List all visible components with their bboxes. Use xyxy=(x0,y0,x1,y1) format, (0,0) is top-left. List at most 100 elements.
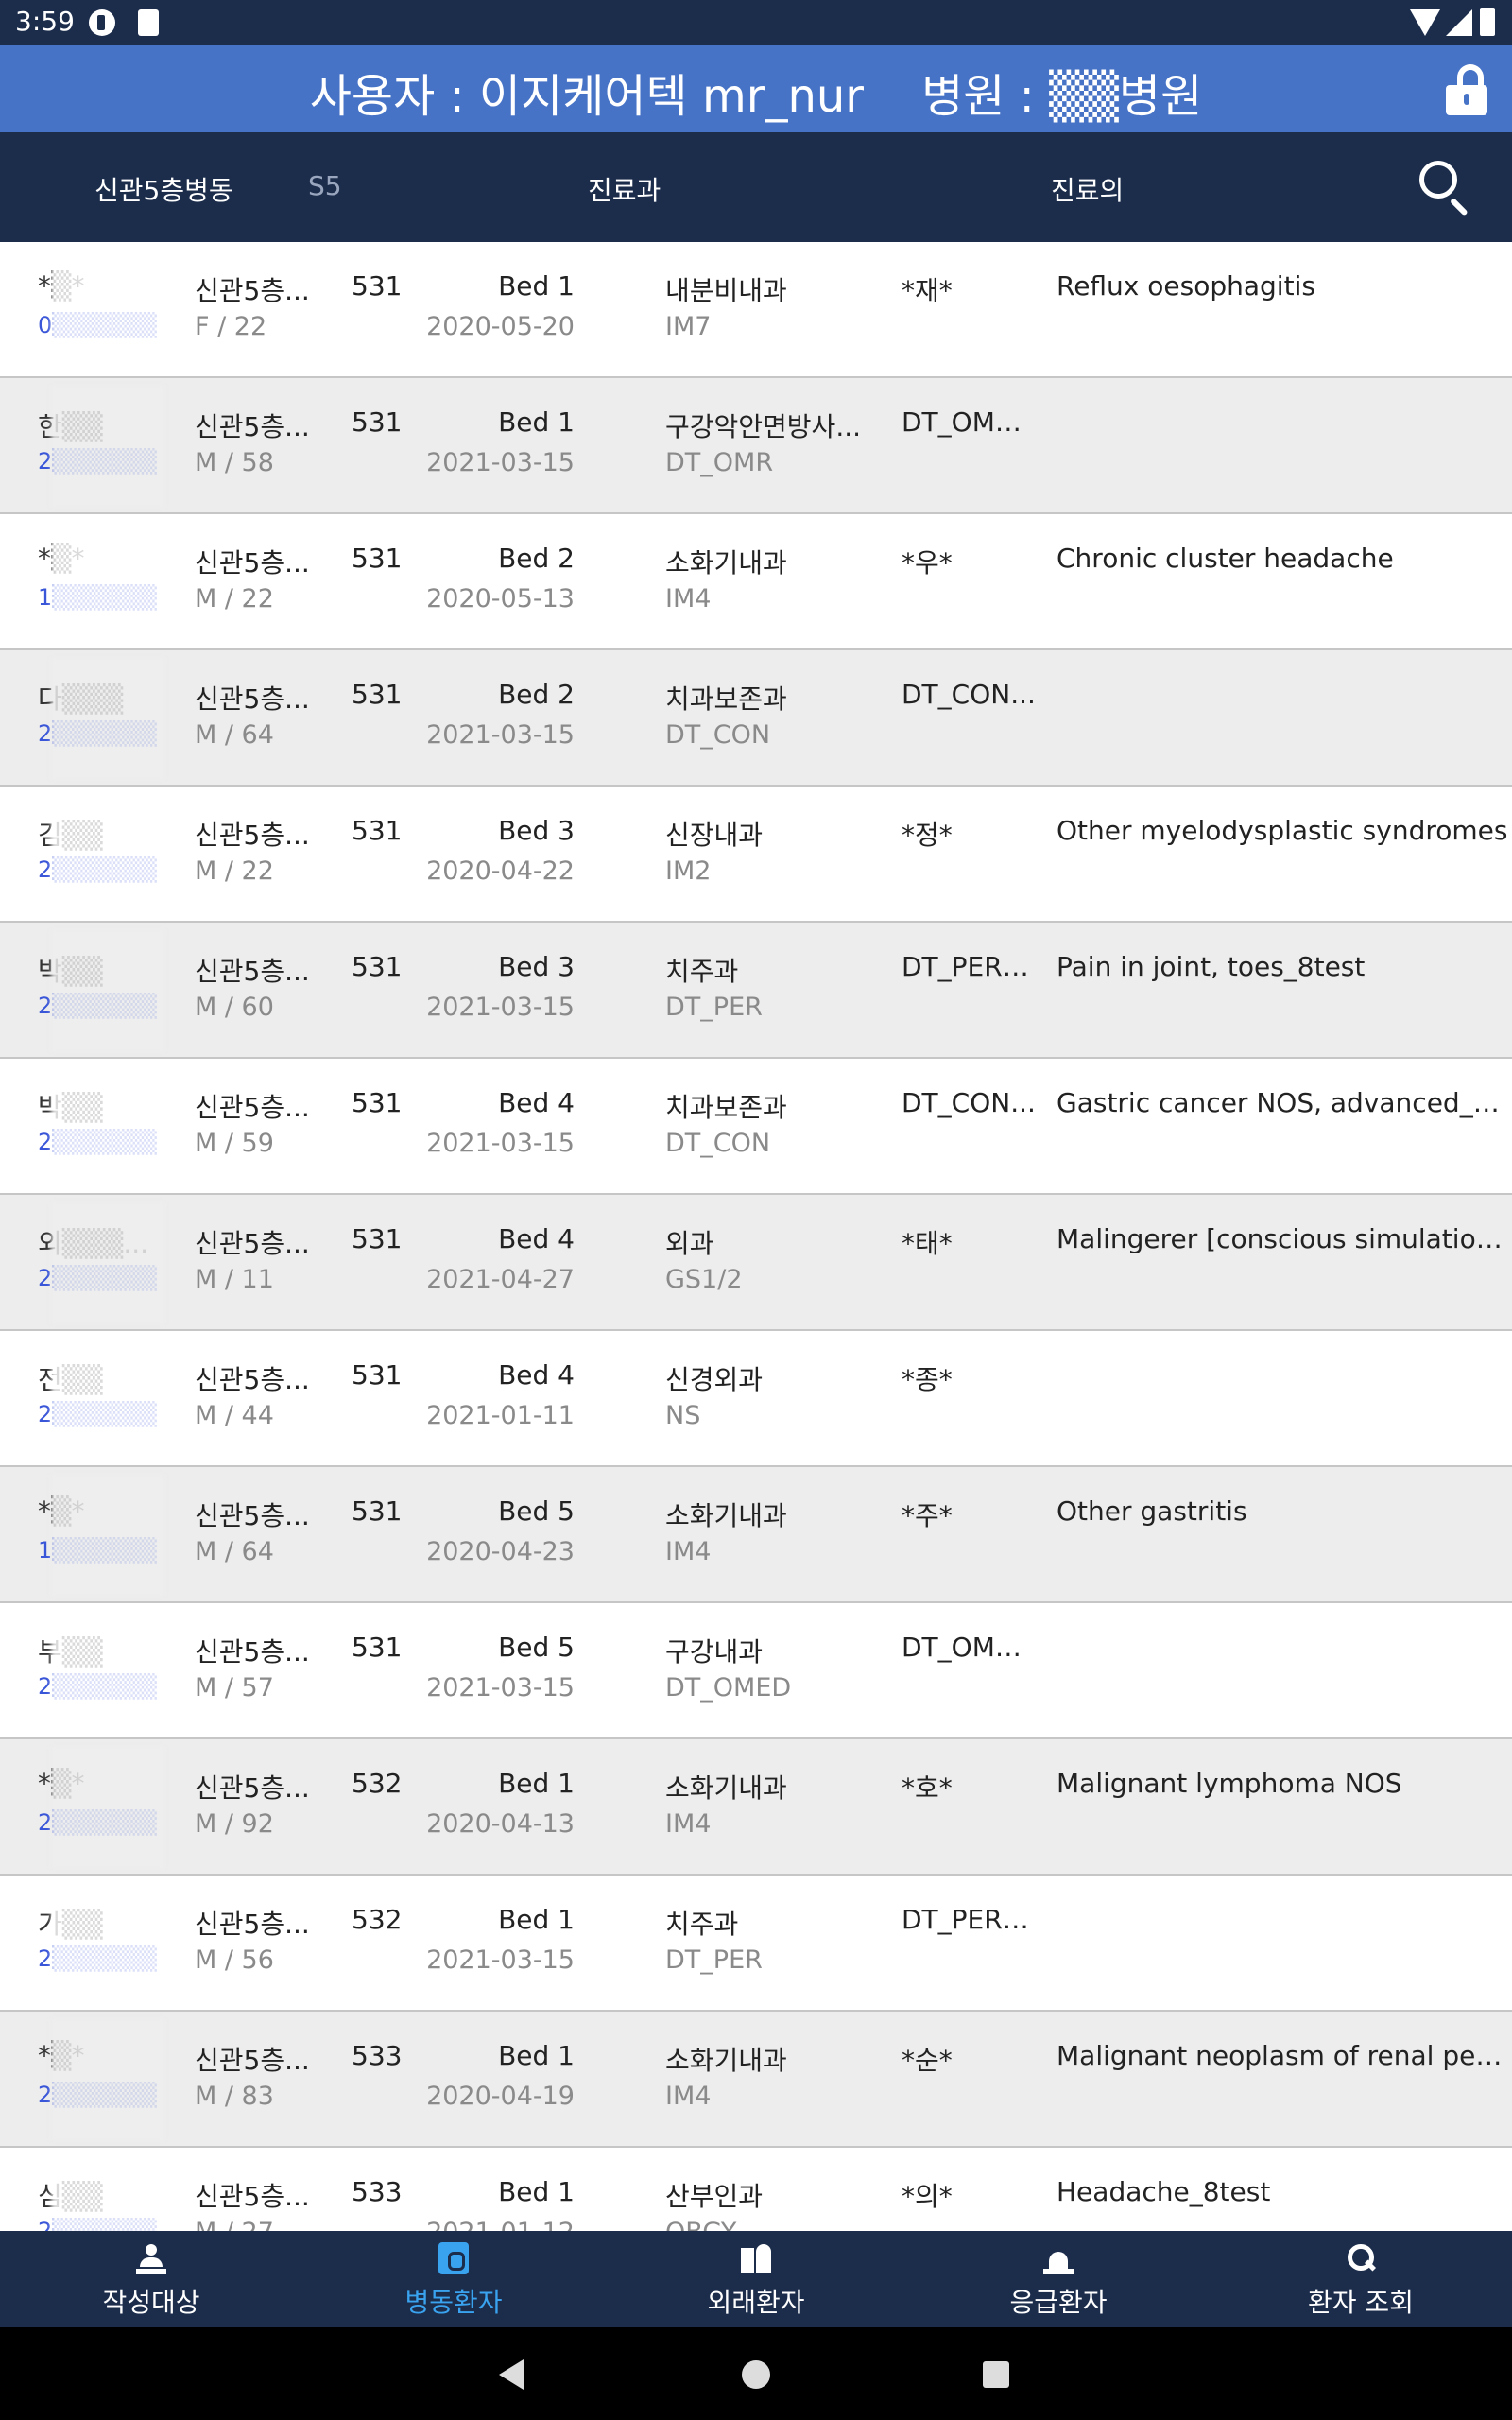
room-number: 532 xyxy=(352,1904,403,1935)
room-number: 531 xyxy=(352,1087,403,1118)
doctor-name: DT_PER_... xyxy=(902,951,1036,982)
patient-row[interactable]: 부▒▒2▒▒▒▒▒▒신관5층...M / 57531Bed 52021-03-1… xyxy=(0,1603,1512,1739)
nav-patient-search[interactable]: 환자 조회 xyxy=(1210,2231,1512,2327)
sex-age: M / 64 xyxy=(195,720,274,750)
admission-date: 2021-03-15 xyxy=(426,1673,575,1703)
admission-date: 2020-04-13 xyxy=(426,1809,575,1839)
patient-row[interactable]: 심▒▒2▒▒▒▒▒▒신관5층...M / 27533Bed 12021-01-1… xyxy=(0,2148,1512,2231)
filter-bar: 신관5층병동 S5 진료과 진료의 xyxy=(0,132,1512,242)
doctor-name: *의* xyxy=(902,2181,953,2212)
doctor-selector[interactable]: 진료의 xyxy=(1051,170,1124,208)
home-icon[interactable] xyxy=(742,2360,770,2389)
patient-row[interactable]: 전▒▒2▒▒▒▒▒▒신관5층...M / 44531Bed 42021-01-1… xyxy=(0,1331,1512,1467)
patient-row[interactable]: *▒*2▒▒▒▒▒▒신관5층...M / 92532Bed 12020-04-1… xyxy=(0,1739,1512,1876)
ward-patient-icon xyxy=(438,2242,469,2274)
dept-selector[interactable]: 진료과 xyxy=(588,170,661,208)
app-header: 사용자 : 이지케어텍 mr_nur 병원 : ▒▒병원 xyxy=(0,45,1512,132)
department: 신장내과 xyxy=(665,820,764,851)
patient-row[interactable]: 박▒▒2▒▒▒▒▒▒신관5층...M / 60531Bed 32021-03-1… xyxy=(0,923,1512,1059)
status-bar: 3:59 xyxy=(0,0,1512,45)
privacy-blur xyxy=(51,2019,164,2140)
nav-emergency[interactable]: 응급환자 xyxy=(907,2231,1210,2327)
admission-date: 2021-01-11 xyxy=(426,1401,575,1430)
patient-row[interactable]: *▒*0▒▒▒▒▒▒신관5층...F / 22531Bed 12020-05-2… xyxy=(0,242,1512,378)
bed-number: Bed 5 xyxy=(498,1632,575,1663)
diagnosis: Other myelodysplastic syndromes xyxy=(1057,815,1508,846)
sex-age: M / 22 xyxy=(195,584,274,614)
bottom-nav: 작성대상 병동환자 외래환자 응급환자 환자 조회 xyxy=(0,2231,1512,2327)
department: 치과보존과 xyxy=(665,683,787,715)
doctor-name: DT_PER_... xyxy=(902,1904,1036,1935)
lock-icon[interactable] xyxy=(1446,64,1487,115)
nav-write-target[interactable]: 작성대상 xyxy=(0,2231,302,2327)
nav-label: 응급환자 xyxy=(1009,2287,1108,2318)
department: 소화기내과 xyxy=(665,1500,787,1531)
bed-number: Bed 5 xyxy=(498,1495,575,1527)
admission-date: 2021-01-12 xyxy=(416,2218,575,2231)
back-icon[interactable] xyxy=(499,2360,524,2390)
admission-date: 2021-03-15 xyxy=(426,1129,575,1158)
sex-age: M / 44 xyxy=(195,1401,274,1430)
department-code: IM4 xyxy=(665,1537,712,1566)
doctor-name: *순* xyxy=(902,2045,953,2076)
department: 소화기내과 xyxy=(665,547,787,579)
patient-row[interactable]: *▒*2▒▒▒▒▒▒신관5층...M / 83533Bed 12020-04-1… xyxy=(0,2012,1512,2148)
patient-row[interactable]: 가▒▒2▒▒▒▒▒▒신관5층...M / 56532Bed 12021-03-1… xyxy=(0,1876,1512,2012)
app-notification-icon xyxy=(89,9,115,36)
sex-age: M / 57 xyxy=(195,1673,274,1703)
room-number: 531 xyxy=(352,1359,403,1391)
admission-date: 2021-03-15 xyxy=(426,720,575,750)
department: 치주과 xyxy=(665,956,739,987)
room-number: 531 xyxy=(352,270,403,302)
department: 소화기내과 xyxy=(665,1772,787,1804)
privacy-blur xyxy=(51,1747,164,1868)
diagnosis: Malignant neoplasm of renal pelvi... xyxy=(1057,2040,1508,2071)
admission-date: 2021-04-27 xyxy=(426,1265,575,1294)
patient-row[interactable]: 박▒▒2▒▒▒▒▒▒신관5층...M / 59531Bed 42021-03-1… xyxy=(0,1059,1512,1195)
doctor-name: DT_CON... xyxy=(902,679,1036,710)
ward-name: 신관5층... xyxy=(195,820,310,851)
recent-apps-icon[interactable] xyxy=(983,2361,1009,2388)
nav-label: 환자 조회 xyxy=(1308,2287,1414,2318)
doctor-name: *호* xyxy=(902,1772,953,1804)
department-code: GS1/2 xyxy=(665,1265,743,1294)
patient-row[interactable]: *▒*1▒▒▒▒▒▒신관5층...M / 64531Bed 52020-04-2… xyxy=(0,1467,1512,1603)
room-number: 531 xyxy=(352,951,403,982)
department: 구강악안면방사... xyxy=(665,411,862,442)
nav-ward-patients[interactable]: 병동환자 xyxy=(302,2231,605,2327)
doctor-name: DT_OMR... xyxy=(902,406,1036,438)
admission-date: 2021-03-15 xyxy=(426,448,575,477)
ward-name: 신관5층... xyxy=(195,1909,310,1940)
privacy-blur xyxy=(51,1066,164,1187)
bed-number: Bed 4 xyxy=(498,1359,575,1391)
department-code: DT_OMED xyxy=(665,1673,792,1703)
department: 내분비내과 xyxy=(665,275,787,306)
patient-row[interactable]: 외▒▒▒...2▒▒▒▒▒▒신관5층...M / 11531Bed 42021-… xyxy=(0,1195,1512,1331)
bed-number: Bed 1 xyxy=(498,2176,575,2207)
nav-outpatients[interactable]: 외래환자 xyxy=(605,2231,907,2327)
patient-row[interactable]: *▒*1▒▒▒▒▒▒신관5층...M / 22531Bed 22020-05-1… xyxy=(0,514,1512,650)
ward-selector[interactable]: 신관5층병동 xyxy=(94,170,233,208)
sex-age: M / 11 xyxy=(195,1265,274,1294)
diagnosis: Other gastritis xyxy=(1057,1495,1247,1527)
privacy-blur xyxy=(51,1883,164,2004)
diagnosis: Gastric cancer NOS, advanced_8te... xyxy=(1057,1087,1508,1118)
ward-name: 신관5층... xyxy=(195,683,310,715)
status-time: 3:59 xyxy=(15,6,75,37)
patient-row[interactable]: 다▒▒▒2▒▒▒▒▒▒신관5층...M / 64531Bed 22021-03-… xyxy=(0,650,1512,786)
ward-name: 신관5층... xyxy=(195,1228,310,1259)
patient-list[interactable]: *▒*0▒▒▒▒▒▒신관5층...F / 22531Bed 12020-05-2… xyxy=(0,242,1512,2231)
admission-date: 2021-03-15 xyxy=(426,993,575,1022)
admission-date: 2021-03-15 xyxy=(426,1945,575,1975)
patient-row[interactable]: 한▒▒2▒▒▒▒▒▒신관5층...M / 58531Bed 12021-03-1… xyxy=(0,378,1512,514)
ward-name: 신관5층... xyxy=(195,547,310,579)
patient-row[interactable]: 김▒▒2▒▒▒▒▒▒신관5층...M / 22531Bed 32020-04-2… xyxy=(0,786,1512,923)
search-icon[interactable] xyxy=(1419,161,1472,216)
admission-date: 2020-05-20 xyxy=(426,312,575,341)
department: 신경외과 xyxy=(665,1364,764,1395)
privacy-blur xyxy=(51,658,164,779)
doctor-name: *정* xyxy=(902,820,953,851)
privacy-blur xyxy=(51,1611,164,1732)
emergency-icon xyxy=(1043,2242,1074,2274)
department-code: IM7 xyxy=(665,312,712,341)
